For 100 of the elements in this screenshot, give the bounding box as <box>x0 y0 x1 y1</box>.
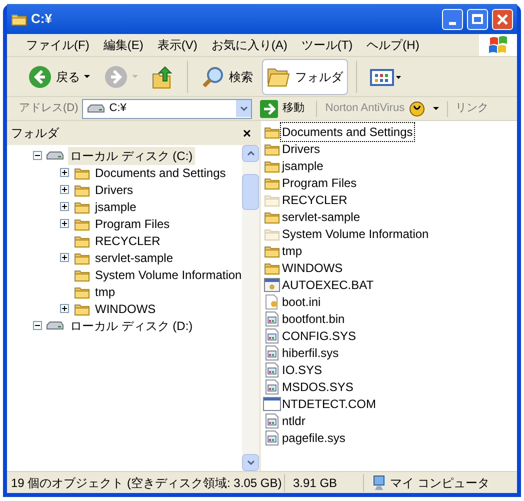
close-pane-button[interactable]: × <box>238 122 255 144</box>
folder-up-icon <box>152 64 174 88</box>
file-item[interactable]: boot.ini <box>281 292 322 310</box>
expand-icon[interactable] <box>60 185 69 194</box>
address-label: アドレス(D) <box>19 101 78 116</box>
menu-item[interactable]: ヘルプ(H) <box>360 34 426 56</box>
scrollbar[interactable] <box>242 145 259 471</box>
file-item[interactable]: tmp <box>281 242 304 260</box>
drive-icon <box>46 150 64 160</box>
collapse-icon[interactable] <box>33 321 42 330</box>
system-file-icon <box>264 362 278 378</box>
file-item[interactable]: Drivers <box>281 140 321 158</box>
file-item[interactable]: bootfont.bin <box>281 310 346 328</box>
back-button[interactable]: 戻る <box>23 58 95 94</box>
window-title: C:¥ <box>31 10 53 28</box>
menu-item[interactable]: 表示(V) <box>150 34 204 56</box>
folders-icon <box>267 66 291 88</box>
status-text: 19 個のオブジェクト (空きディスク領域: 3.05 GB) <box>7 474 285 492</box>
file-item[interactable]: System Volume Information <box>281 224 430 242</box>
tree-item[interactable]: servlet-sample <box>95 248 174 266</box>
file-item[interactable]: MSDOS.SYS <box>281 378 354 396</box>
file-item[interactable]: hiberfil.sys <box>281 344 340 362</box>
folder-icon <box>74 268 90 282</box>
chevron-up-icon <box>246 151 254 156</box>
links-button[interactable]: リンク <box>456 100 489 117</box>
folder-icon <box>11 12 27 26</box>
collapse-icon[interactable] <box>33 151 42 160</box>
tree-item[interactable]: ローカル ディスク (C:) <box>68 146 195 164</box>
close-button[interactable] <box>492 8 513 30</box>
flag-logo-icon <box>488 36 508 54</box>
folder-icon <box>264 158 280 172</box>
tree-item[interactable]: WINDOWS <box>95 300 156 318</box>
address-field[interactable]: C:¥ <box>82 98 252 118</box>
search-button[interactable]: 検索 <box>196 58 258 94</box>
tree-item[interactable]: System Volume Information <box>95 266 242 284</box>
folder-icon <box>74 284 90 298</box>
file-item[interactable]: ntldr <box>281 412 306 430</box>
menu-item[interactable]: ファイル(F) <box>19 34 96 56</box>
tree-item[interactable]: RECYCLER <box>95 232 160 250</box>
tree-item[interactable]: ローカル ディスク (D:) <box>68 316 195 334</box>
expand-icon[interactable] <box>60 304 69 313</box>
file-item[interactable]: RECYCLER <box>281 190 348 208</box>
file-item[interactable]: AUTOEXEC.BAT <box>281 276 375 294</box>
folder-icon <box>264 176 280 190</box>
system-file-icon <box>264 344 278 360</box>
folder-icon <box>264 142 280 156</box>
notepad-gear-icon <box>264 294 280 310</box>
folder-icon <box>264 192 280 206</box>
file-item[interactable]: servlet-sample <box>281 208 362 226</box>
file-item[interactable]: IO.SYS <box>281 360 324 378</box>
expand-icon[interactable] <box>60 253 69 262</box>
expand-icon[interactable] <box>60 202 69 211</box>
window-gear-icon <box>264 278 280 292</box>
system-file-icon <box>264 310 278 326</box>
menu-item[interactable]: お気に入り(A) <box>204 34 294 56</box>
file-item[interactable]: WINDOWS <box>281 258 344 276</box>
folder-icon <box>264 260 280 274</box>
status-text: 3.91 GB <box>285 474 364 492</box>
system-file-icon <box>264 378 278 394</box>
folder-icon <box>264 210 280 224</box>
views-icon <box>370 66 402 86</box>
file-item[interactable]: Program Files <box>281 174 358 192</box>
chevron-down-icon <box>246 460 254 465</box>
folder-icon <box>74 250 90 264</box>
folder-icon <box>264 226 280 240</box>
file-item[interactable]: NTDETECT.COM <box>281 394 377 412</box>
system-file-icon <box>264 412 278 428</box>
folder-icon <box>74 216 90 230</box>
drive-icon <box>46 320 64 330</box>
folder-icon <box>74 234 90 248</box>
go-arrow-icon <box>260 100 278 118</box>
tree-item[interactable]: tmp <box>95 282 116 300</box>
expand-icon[interactable] <box>60 219 69 228</box>
close-icon <box>497 14 508 24</box>
computer-icon <box>372 474 386 490</box>
tree-item[interactable]: Program Files <box>95 214 170 232</box>
file-item[interactable]: pagefile.sys <box>281 428 346 446</box>
system-file-icon <box>264 328 278 344</box>
search-icon <box>201 64 225 88</box>
folder-icon <box>264 244 280 258</box>
dropdown-arrow-icon <box>84 75 90 78</box>
file-item[interactable]: Documents and Settings <box>281 122 414 140</box>
menu-item[interactable]: 編集(E) <box>96 34 150 56</box>
folder-icon <box>74 166 90 180</box>
folder-icon <box>264 124 280 138</box>
tree-item[interactable]: Drivers <box>95 180 133 198</box>
folder-icon <box>74 302 90 316</box>
folder-icon <box>74 182 90 196</box>
minimize-button[interactable] <box>442 8 463 30</box>
tree-item[interactable]: jsample <box>95 198 136 216</box>
pane-title: フォルダ <box>11 125 59 142</box>
file-item[interactable]: jsample <box>281 156 324 174</box>
expand-icon[interactable] <box>60 168 69 177</box>
drive-icon <box>87 104 106 114</box>
menu-item[interactable]: ツール(T) <box>294 34 360 56</box>
file-item[interactable]: CONFIG.SYS <box>281 326 358 344</box>
tree-item[interactable]: Documents and Settings <box>95 164 226 182</box>
maximize-button[interactable] <box>467 8 488 30</box>
folders-button[interactable]: フォルダ <box>262 58 348 94</box>
go-button[interactable]: 移動 <box>256 100 308 118</box>
